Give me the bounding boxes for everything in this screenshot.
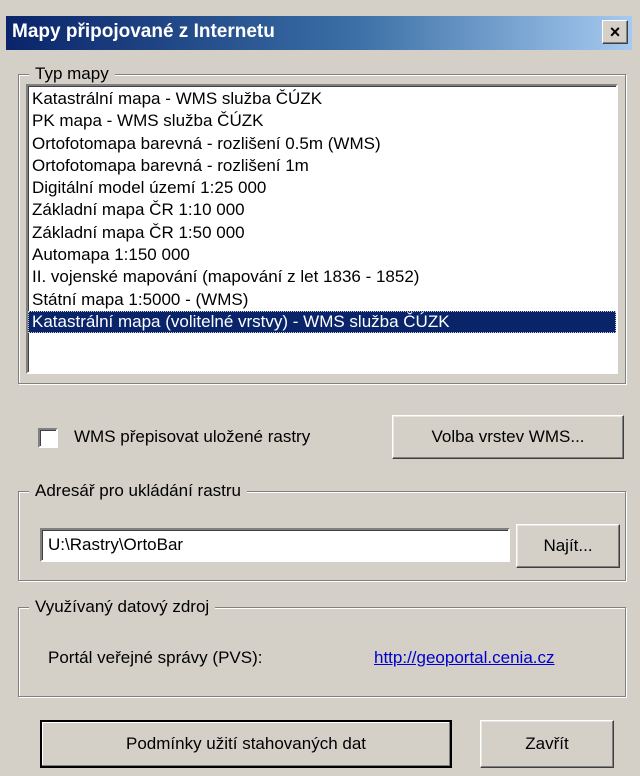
map-type-item[interactable]: Státní mapa 1:5000 - (WMS) <box>28 289 616 311</box>
map-type-item[interactable]: Automapa 1:150 000 <box>28 244 616 266</box>
wms-overwrite-checkbox[interactable] <box>38 428 58 448</box>
directory-legend: Adresář pro ukládání rastru <box>29 480 247 502</box>
map-type-item[interactable]: Ortofotomapa barevná - rozlišení 1m <box>28 155 616 177</box>
map-type-item[interactable]: Katastrální mapa - WMS služba ČÚZK <box>28 88 616 110</box>
map-type-item[interactable]: Základní mapa ČR 1:50 000 <box>28 222 616 244</box>
title-bar[interactable]: Mapy připojované z Internetu × <box>6 16 632 50</box>
map-type-list: Katastrální mapa - WMS služba ČÚZK PK map… <box>28 86 616 334</box>
close-button[interactable]: Zavřít <box>480 720 614 768</box>
map-type-item[interactable]: Základní mapa ČR 1:10 000 <box>28 199 616 221</box>
geoportal-link[interactable]: http://geoportal.cenia.cz <box>374 648 555 668</box>
window-title: Mapy připojované z Internetu <box>12 21 275 42</box>
data-source-legend: Využívaný datový zdroj <box>29 596 216 618</box>
terms-button[interactable]: Podmínky užití stahovaných dat <box>40 720 452 768</box>
dialog-window: Mapy připojované z Internetu × Typ mapy … <box>0 0 640 776</box>
wms-layers-button[interactable]: Volba vrstev WMS... <box>392 415 624 459</box>
map-type-legend: Typ mapy <box>29 63 115 85</box>
wms-overwrite-label: WMS přepisovat uložené rastry <box>74 427 311 446</box>
source-label: Portál veřejné správy (PVS): <box>48 648 263 667</box>
map-type-item[interactable]: Katastrální mapa (volitelné vrstvy) - WM… <box>28 310 616 334</box>
find-button[interactable]: Najít... <box>516 524 620 568</box>
map-type-listbox[interactable]: Katastrální mapa - WMS služba ČÚZK PK map… <box>26 84 618 374</box>
map-type-item[interactable]: II. vojenské mapování (mapování z let 18… <box>28 266 616 288</box>
close-icon[interactable]: × <box>602 20 628 44</box>
map-type-item[interactable]: Ortofotomapa barevná - rozlišení 0.5m (W… <box>28 133 616 155</box>
map-type-item[interactable]: Digitální model území 1:25 000 <box>28 177 616 199</box>
directory-path-input[interactable]: U:\Rastry\OrtoBar <box>40 528 510 562</box>
map-type-item[interactable]: PK mapa - WMS služba ČÚZK <box>28 110 616 132</box>
